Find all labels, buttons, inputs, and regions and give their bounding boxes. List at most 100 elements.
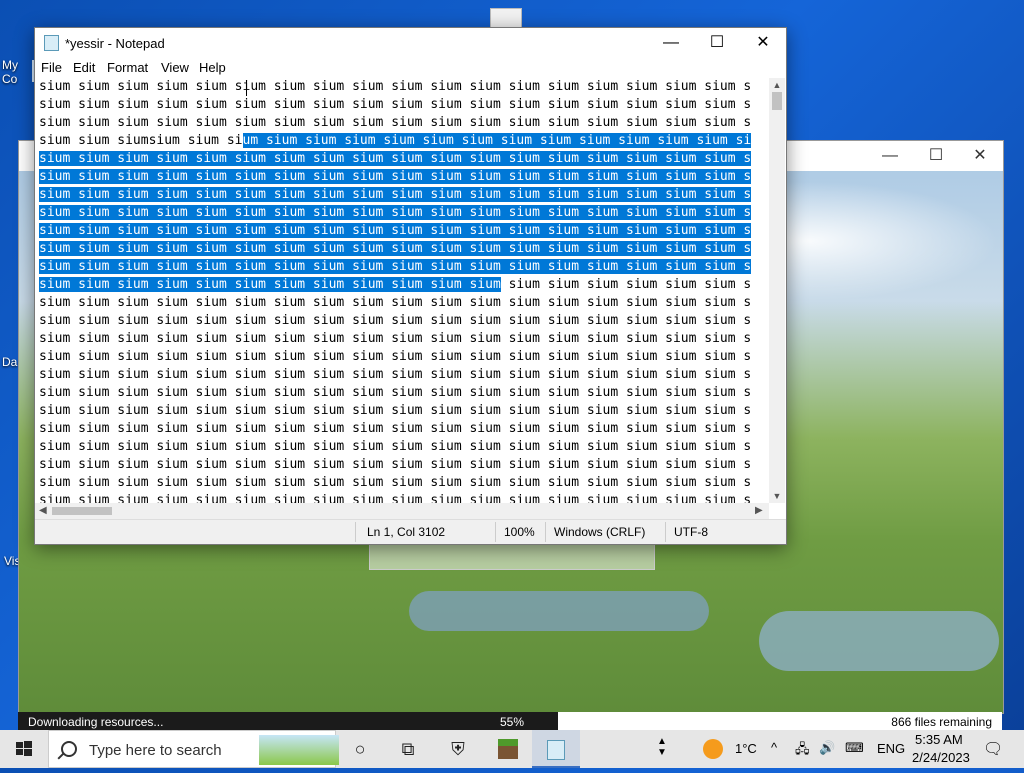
selected-text: sium sium sium sium sium sium sium sium … — [39, 169, 752, 184]
text-line[interactable]: sium sium sium sium sium sium sium sium … — [35, 348, 768, 366]
menu-format[interactable]: Format — [107, 60, 148, 75]
desktop-icon-da[interactable]: Da — [2, 355, 17, 369]
minimize-button[interactable]: — — [648, 28, 694, 58]
text-line[interactable]: sium sium sium sium sium sium sium sium … — [35, 294, 768, 312]
selected-text: sium sium sium sium sium sium sium sium … — [39, 223, 752, 238]
search-box[interactable]: Type here to search — [48, 730, 339, 768]
menu-help[interactable]: Help — [199, 60, 226, 75]
maximize-button[interactable]: ☐ — [913, 145, 959, 167]
text-segment: sium sium sium sium sium sium sium sium … — [39, 79, 752, 94]
text-line[interactable]: sium sium sium sium sium sium sium sium … — [35, 204, 768, 222]
scroll-thumb[interactable] — [52, 507, 112, 515]
close-button[interactable]: ✕ — [740, 28, 786, 58]
text-line[interactable]: sium sium sium sium sium sium sium sium … — [35, 96, 768, 114]
scroll-right-arrow-icon[interactable]: ▶ — [755, 503, 763, 519]
scroll-thumb[interactable] — [772, 92, 782, 110]
line-ending: Windows (CRLF) — [554, 525, 646, 539]
text-line[interactable]: sium sium sium sium sium sium sium sium … — [35, 186, 768, 204]
close-button[interactable]: ✕ — [957, 145, 1003, 167]
clock-time[interactable]: 5:35 AM — [915, 732, 963, 747]
encoding: UTF-8 — [674, 525, 708, 539]
task-view-icon[interactable]: ⧉ — [384, 730, 432, 768]
files-remaining-text: 866 files remaining — [891, 715, 992, 729]
notepad-icon — [547, 740, 565, 760]
text-line[interactable]: sium sium sium sium sium sium sium sium … — [35, 438, 768, 456]
weather-icon[interactable] — [703, 739, 723, 759]
tray-overflow-icon[interactable]: ▲ ▼ — [657, 736, 667, 758]
minecraft-launcher-icon[interactable] — [484, 730, 532, 768]
text-line[interactable]: sium sium sium sium sium sium sium sium … — [35, 402, 768, 420]
text-segment: sium sium sium sium sium sium sium sium … — [39, 493, 752, 503]
minimize-button[interactable]: — — [867, 145, 913, 167]
temperature[interactable]: 1°C — [735, 741, 757, 756]
chevron-up-icon[interactable]: ^ — [771, 740, 777, 755]
zoom-level: 100% — [504, 525, 535, 539]
text-segment: sium sium sium sium sium sium sium sium … — [39, 295, 752, 310]
status-divider — [545, 522, 546, 542]
menu-bar: File Edit Format View Help — [35, 58, 786, 78]
notepad-titlebar[interactable]: *yessir - Notepad — ☐ ✕ — [35, 28, 786, 58]
selected-text: sium sium sium sium sium sium sium sium … — [39, 259, 752, 274]
text-segment: sium sium sium sium sium sium sium sium … — [39, 385, 752, 400]
text-segment: sium sium sium sium sium sium sium sium … — [39, 331, 752, 346]
start-button[interactable] — [0, 730, 48, 768]
text-segment: sium sium sium sium sium sium sium sium … — [39, 421, 752, 436]
text-line[interactable]: sium sium sium sium sium sium sium sium … — [35, 420, 768, 438]
notepad-window[interactable]: *yessir - Notepad — ☐ ✕ File Edit Format… — [34, 27, 787, 545]
text-line[interactable]: sium sium sium sium sium sium sium sium … — [35, 312, 768, 330]
scroll-left-arrow-icon[interactable]: ◀ — [39, 503, 47, 519]
scroll-down-arrow-icon[interactable]: ▼ — [769, 491, 785, 501]
cortana-icon[interactable]: ○ — [336, 730, 384, 768]
network-icon[interactable]: 🖧 — [795, 740, 810, 762]
text-segment: sium sium sium sium sium sium s — [500, 277, 752, 292]
status-divider — [355, 522, 356, 542]
menu-view[interactable]: View — [161, 60, 189, 75]
status-bar: Ln 1, Col 3102 100% Windows (CRLF) UTF-8 — [35, 519, 786, 544]
text-segment: sium sium siumsium sium si — [39, 133, 243, 148]
text-line[interactable]: sium sium siumsium sium sium sium sium s… — [35, 132, 768, 150]
selected-text: sium sium sium sium sium sium sium sium … — [39, 205, 752, 220]
status-divider — [665, 522, 666, 542]
text-line[interactable]: sium sium sium sium sium sium sium sium … — [35, 276, 768, 294]
keyboard-icon[interactable]: ⌨ — [845, 740, 864, 756]
language-indicator[interactable]: ENG — [877, 741, 905, 756]
text-line[interactable]: sium sium sium sium sium sium sium sium … — [35, 474, 768, 492]
grass-block-icon — [498, 739, 518, 759]
maximize-button[interactable]: ☐ — [694, 28, 740, 58]
security-shield-icon[interactable]: ⛨ — [434, 730, 482, 768]
clock-date[interactable]: 2/24/2023 — [912, 750, 970, 765]
menu-file[interactable]: File — [41, 60, 62, 75]
scenery-water — [409, 591, 709, 631]
selected-text: sium sium sium sium sium sium sium sium … — [39, 277, 501, 292]
vertical-scrollbar[interactable]: ▲ ▼ — [769, 78, 785, 503]
text-line[interactable]: sium sium sium sium sium sium sium sium … — [35, 222, 768, 240]
desktop-icon-label: My Co — [2, 58, 18, 86]
scroll-up-arrow-icon[interactable]: ▲ — [769, 80, 785, 90]
text-line[interactable]: sium sium sium sium sium sium sium sium … — [35, 384, 768, 402]
text-editor[interactable]: sium sium sium sium sium sium sium sium … — [35, 78, 768, 503]
download-label: Downloading resources... — [28, 715, 164, 729]
horizontal-scrollbar[interactable]: ◀ ▶ — [35, 503, 769, 519]
search-input[interactable]: Type here to search — [89, 742, 222, 759]
text-line[interactable]: sium sium sium sium sium sium sium sium … — [35, 78, 768, 96]
download-progress-bar: Downloading resources... 55% — [18, 712, 558, 730]
selected-text: sium sium sium sium sium sium sium sium … — [39, 151, 752, 166]
scenery-water — [759, 611, 999, 671]
cursor-position: Ln 1, Col 3102 — [367, 525, 446, 539]
text-line[interactable]: sium sium sium sium sium sium sium sium … — [35, 114, 768, 132]
text-line[interactable]: sium sium sium sium sium sium sium sium … — [35, 150, 768, 168]
search-highlight-image — [259, 735, 339, 765]
text-cursor — [246, 80, 247, 96]
text-line[interactable]: sium sium sium sium sium sium sium sium … — [35, 456, 768, 474]
menu-edit[interactable]: Edit — [73, 60, 95, 75]
volume-icon[interactable]: 🔊 — [819, 740, 835, 756]
text-line[interactable]: sium sium sium sium sium sium sium sium … — [35, 168, 768, 186]
text-line[interactable]: sium sium sium sium sium sium sium sium … — [35, 366, 768, 384]
text-line[interactable]: sium sium sium sium sium sium sium sium … — [35, 492, 768, 503]
text-line[interactable]: sium sium sium sium sium sium sium sium … — [35, 258, 768, 276]
text-line[interactable]: sium sium sium sium sium sium sium sium … — [35, 330, 768, 348]
notepad-taskbar-icon[interactable] — [532, 730, 580, 768]
notification-icon[interactable]: 🗨 — [983, 739, 1003, 759]
text-segment: sium sium sium sium sium sium sium sium … — [39, 313, 752, 328]
text-line[interactable]: sium sium sium sium sium sium sium sium … — [35, 240, 768, 258]
